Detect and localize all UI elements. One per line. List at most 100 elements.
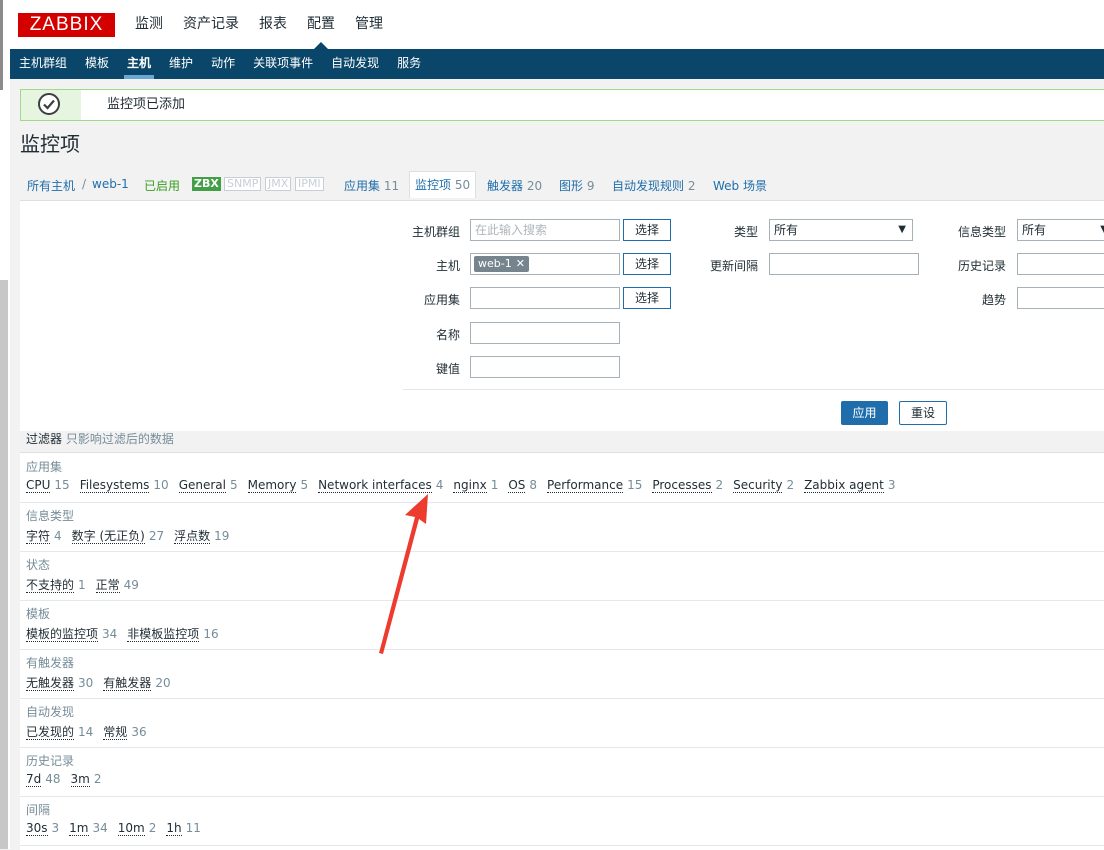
subfilter-item[interactable]: 10m 2 (117, 821, 156, 836)
subfilter-item-label[interactable]: 10m (117, 821, 145, 836)
submenu-templates[interactable]: 模板 (76, 49, 118, 79)
subfilter-item-label[interactable]: 3m (70, 772, 90, 787)
nav-items-active[interactable]: 监控项 50 (409, 171, 477, 198)
subfilter-group: 状态 不支持的 1 正常 49 (20, 551, 1104, 601)
subfilter-item-label[interactable]: Zabbix agent (804, 478, 884, 493)
subfilter-item[interactable]: 模板的监控项 34 (26, 627, 117, 642)
subfilter-item-label[interactable]: 数字 (无正负) (71, 529, 145, 544)
hostgroup-input[interactable]: 在此输入搜索 (470, 219, 620, 241)
subfilter-item[interactable]: 有触发器 20 (103, 676, 171, 691)
submenu-actions[interactable]: 动作 (202, 49, 244, 79)
subfilter-item[interactable]: 常规 36 (103, 725, 147, 740)
menu-administration[interactable]: 管理 (345, 0, 393, 49)
subfilter-item-label[interactable]: 7d (26, 772, 42, 787)
subfilter-item-label[interactable]: nginx (453, 478, 487, 493)
subfilter-item-label[interactable]: Security (733, 478, 783, 493)
subfilter-item-label[interactable]: 1h (166, 821, 182, 836)
subfilter-item[interactable]: Filesystems 10 (79, 478, 169, 493)
subfilter-item[interactable]: nginx 1 (453, 478, 498, 493)
info-type-select[interactable]: 所有▼ (1017, 219, 1104, 241)
submenu-discovery[interactable]: 自动发现 (322, 49, 388, 79)
application-select-button[interactable]: 选择 (623, 287, 671, 309)
subfilter-item[interactable]: 非模板监控项 16 (127, 627, 219, 642)
subfilter-item[interactable]: Processes 2 (652, 478, 723, 493)
name-input[interactable] (470, 322, 620, 344)
subfilter-item-label[interactable]: 常规 (103, 725, 128, 740)
subfilter-item-label[interactable]: 非模板监控项 (127, 627, 200, 642)
status-enabled[interactable]: 已启用 (144, 177, 180, 194)
subfilter-item-count: 48 (45, 772, 61, 786)
subfilter-item[interactable]: 不支持的 1 (26, 578, 86, 593)
remove-chip-icon[interactable]: ✕ (516, 257, 525, 270)
subfilter-item-label[interactable]: OS (508, 478, 526, 493)
subfilter-item-label[interactable]: Processes (652, 478, 712, 493)
host-link[interactable]: web-1 (92, 177, 129, 191)
zabbix-logo[interactable]: ZABBIX (18, 13, 115, 37)
subfilter-item[interactable]: Zabbix agent 3 (804, 478, 895, 493)
host-select-button[interactable]: 选择 (623, 253, 671, 275)
subfilter-item[interactable]: 7d 48 (26, 772, 61, 787)
subfilter-item-label[interactable]: CPU (26, 478, 51, 493)
subfilter-item[interactable]: Memory 5 (247, 478, 308, 493)
subfilter-item[interactable]: General 5 (178, 478, 238, 493)
subfilter-item-label[interactable]: Memory (247, 478, 297, 493)
nav-discovery-rules[interactable]: 自动发现规则 2 (612, 177, 695, 194)
subfilter-item-count: 30 (78, 676, 94, 690)
submenu-hosts[interactable]: 主机 (118, 49, 160, 79)
menu-reports[interactable]: 报表 (249, 0, 297, 49)
nav-web-scenarios[interactable]: Web 场景 (713, 177, 767, 194)
subfilter-item[interactable]: Performance 15 (547, 478, 642, 493)
subfilter-item-label[interactable]: 浮点数 (174, 529, 211, 544)
subfilter-item-label[interactable]: 正常 (95, 578, 120, 593)
subfilter-item[interactable]: 已发现的 14 (26, 725, 93, 740)
type-select[interactable]: 所有 ▼ (769, 219, 913, 241)
subfilter-item[interactable]: 数字 (无正负) 27 (71, 529, 164, 544)
all-hosts-link[interactable]: 所有主机 (27, 177, 75, 194)
submenu-services[interactable]: 服务 (388, 49, 430, 79)
menu-inventory[interactable]: 资产记录 (173, 0, 249, 49)
subfilter-item[interactable]: Security 2 (733, 478, 794, 493)
subfilter-item[interactable]: 1m 34 (69, 821, 108, 836)
subfilter-item[interactable]: 浮点数 19 (174, 529, 229, 544)
nav-triggers[interactable]: 触发器 20 (487, 177, 542, 194)
submenu-correlation[interactable]: 关联项事件 (244, 49, 322, 79)
subfilter-item[interactable]: 无触发器 30 (26, 676, 94, 691)
subfilter-item[interactable]: CPU 15 (26, 478, 70, 493)
history-input[interactable] (1017, 253, 1104, 275)
update-interval-input[interactable] (769, 253, 919, 275)
page-title: 监控项 (20, 132, 80, 156)
subfilter-item[interactable]: OS 8 (508, 478, 537, 493)
subfilter-item-label[interactable]: 字符 (26, 529, 51, 544)
filter-divider (403, 389, 1104, 390)
subfilter-item-label[interactable]: 模板的监控项 (26, 627, 99, 642)
subfilter-item-label[interactable]: 有触发器 (103, 676, 152, 691)
subfilter-item-label[interactable]: 不支持的 (26, 578, 75, 593)
subfilter-item-label[interactable]: 30s (26, 821, 48, 836)
hostgroup-select-button[interactable]: 选择 (623, 219, 671, 241)
subfilter-item[interactable]: Network interfaces 4 (318, 478, 443, 493)
subfilter-item-label[interactable]: General (178, 478, 226, 493)
subfilter-item[interactable]: 正常 49 (95, 578, 139, 593)
application-input[interactable] (470, 287, 620, 309)
nav-graphs[interactable]: 图形 9 (559, 177, 594, 194)
menu-monitoring[interactable]: 监测 (125, 0, 173, 49)
subfilter-item-label[interactable]: 已发现的 (26, 725, 75, 740)
subfilter-item[interactable]: 1h 11 (166, 821, 201, 836)
submenu-hostgroups[interactable]: 主机群组 (10, 49, 76, 79)
subfilter-item-label[interactable]: Filesystems (79, 478, 150, 493)
subfilter-item-label[interactable]: 无触发器 (26, 676, 75, 691)
menu-configuration[interactable]: 配置 (297, 0, 345, 49)
subfilter-item[interactable]: 30s 3 (26, 821, 59, 836)
subfilter-item[interactable]: 3m 2 (70, 772, 102, 787)
subfilter-item-label[interactable]: Network interfaces (318, 478, 432, 493)
key-input[interactable] (470, 356, 620, 378)
subfilter-item-label[interactable]: 1m (69, 821, 89, 836)
nav-applications[interactable]: 应用集 11 (344, 177, 399, 194)
subfilter-item[interactable]: 字符 4 (26, 529, 62, 544)
host-input[interactable]: web-1 ✕ (470, 253, 620, 275)
apply-button[interactable]: 应用 (841, 401, 888, 425)
submenu-maintenance[interactable]: 维护 (160, 49, 202, 79)
trends-input[interactable] (1017, 287, 1104, 309)
reset-button[interactable]: 重设 (899, 401, 947, 425)
subfilter-item-label[interactable]: Performance (547, 478, 624, 493)
